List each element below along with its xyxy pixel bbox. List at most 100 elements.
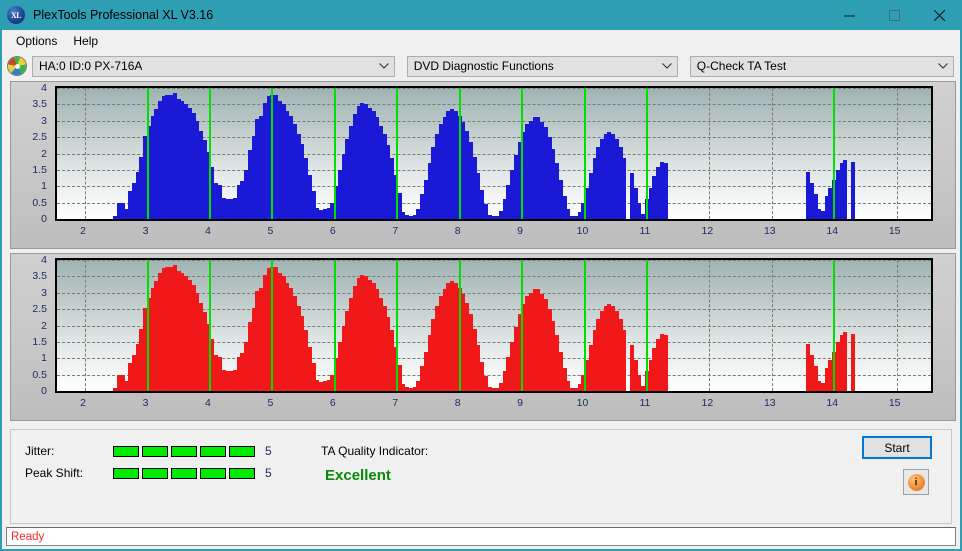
marker-line	[584, 260, 586, 391]
x-tick-label: 7	[392, 225, 398, 237]
marker-line	[271, 88, 273, 219]
peak-shift-chart-x-axis: 23456789101112131415	[55, 395, 933, 417]
status-bar-text: Ready	[11, 531, 44, 543]
marker-line	[147, 88, 149, 219]
chart-bar	[843, 160, 847, 219]
jitter-chart-panel: 00.511.522.533.54 23456789101112131415	[10, 81, 956, 249]
chart-bar	[664, 335, 668, 391]
peak-shift-metric-row: Peak Shift: 5	[25, 466, 272, 480]
marker-line	[646, 88, 648, 219]
function-select[interactable]: DVD Diagnostic Functions	[407, 56, 678, 77]
window-title: PlexTools Professional XL V3.16	[33, 8, 213, 22]
x-tick-label: 12	[702, 225, 714, 237]
results-panel: Jitter: 5 Peak Shift: 5 TA Quality Indic…	[10, 429, 952, 524]
marker-line	[646, 260, 648, 391]
y-tick-label: 2.5	[32, 131, 47, 143]
gauge-cell	[142, 446, 168, 457]
y-tick-label: 2.5	[32, 303, 47, 315]
function-select-value: DVD Diagnostic Functions	[414, 59, 554, 73]
peak-shift-chart-y-axis: 00.511.522.533.54	[11, 258, 51, 393]
marker-line	[459, 260, 461, 391]
marker-line	[396, 260, 398, 391]
peak-shift-gauge	[113, 468, 255, 479]
gauge-cell	[200, 446, 226, 457]
menu-bar: Options Help	[0, 30, 962, 51]
y-tick-label: 4	[41, 254, 47, 266]
test-select[interactable]: Q-Check TA Test	[690, 56, 954, 77]
selector-toolbar: HA:0 ID:0 PX-716A DVD Diagnostic Functio…	[2, 51, 960, 81]
window-controls	[827, 0, 962, 30]
peak-shift-value: 5	[265, 466, 272, 480]
jitter-chart-bars	[57, 88, 931, 219]
gauge-cell	[113, 446, 139, 457]
x-tick-label: 13	[764, 225, 776, 237]
ta-quality-label: TA Quality Indicator:	[321, 444, 428, 458]
x-tick-label: 15	[889, 225, 901, 237]
gauge-cell	[229, 468, 255, 479]
jitter-chart-plot	[55, 86, 933, 221]
chart-bar	[622, 330, 626, 391]
y-tick-label: 0.5	[32, 369, 47, 381]
drive-select-value: HA:0 ID:0 PX-716A	[39, 59, 142, 73]
y-tick-label: 3	[41, 287, 47, 299]
ta-quality-block: TA Quality Indicator: Excellent	[321, 444, 428, 484]
marker-line	[334, 260, 336, 391]
y-tick-label: 1	[41, 352, 47, 364]
info-icon: i	[908, 474, 925, 491]
x-tick-label: 2	[80, 397, 86, 409]
y-tick-label: 4	[41, 82, 47, 94]
y-tick-label: 2	[41, 148, 47, 160]
peak-shift-label: Peak Shift:	[25, 466, 99, 480]
y-tick-label: 3	[41, 115, 47, 127]
maximize-icon[interactable]	[872, 0, 917, 30]
close-icon[interactable]	[917, 0, 962, 30]
minimize-icon[interactable]	[827, 0, 872, 30]
peak-shift-chart-plot	[55, 258, 933, 393]
menu-item-options[interactable]: Options	[8, 32, 65, 50]
status-bar: Ready	[6, 527, 956, 546]
x-tick-label: 13	[764, 397, 776, 409]
peak-shift-chart-panel: 00.511.522.533.54 23456789101112131415	[10, 253, 956, 421]
x-tick-label: 14	[826, 397, 838, 409]
x-tick-label: 15	[889, 397, 901, 409]
charts-container: 00.511.522.533.54 23456789101112131415 0…	[2, 81, 960, 425]
marker-line	[833, 260, 835, 391]
ta-quality-value: Excellent	[325, 467, 428, 484]
marker-line	[334, 88, 336, 219]
x-tick-label: 10	[577, 397, 589, 409]
x-tick-label: 4	[205, 397, 211, 409]
drive-select[interactable]: HA:0 ID:0 PX-716A	[32, 56, 395, 77]
info-button[interactable]: i	[903, 469, 929, 495]
chart-bar	[843, 332, 847, 391]
marker-line	[521, 88, 523, 219]
marker-line	[147, 260, 149, 391]
jitter-metric-row: Jitter: 5	[25, 444, 272, 458]
jitter-chart-y-axis: 00.511.522.533.54	[11, 86, 51, 221]
gauge-cell	[171, 468, 197, 479]
chart-bar	[664, 163, 668, 219]
y-tick-label: 1.5	[32, 336, 47, 348]
x-tick-label: 5	[267, 397, 273, 409]
x-tick-label: 2	[80, 225, 86, 237]
jitter-label: Jitter:	[25, 444, 99, 458]
marker-line	[209, 260, 211, 391]
y-tick-label: 1	[41, 180, 47, 192]
chevron-down-icon	[378, 60, 390, 72]
x-tick-label: 12	[702, 397, 714, 409]
x-tick-label: 6	[330, 225, 336, 237]
gauge-cell	[171, 446, 197, 457]
chevron-down-icon	[937, 60, 949, 72]
jitter-value: 5	[265, 444, 272, 458]
y-tick-label: 2	[41, 320, 47, 332]
title-bar: XL PlexTools Professional XL V3.16	[0, 0, 962, 30]
y-tick-label: 0.5	[32, 197, 47, 209]
marker-line	[209, 88, 211, 219]
y-tick-label: 0	[41, 213, 47, 225]
marker-line	[271, 260, 273, 391]
test-select-value: Q-Check TA Test	[697, 59, 786, 73]
x-tick-label: 9	[517, 397, 523, 409]
start-button[interactable]: Start	[862, 436, 932, 459]
marker-line	[584, 88, 586, 219]
menu-item-help[interactable]: Help	[65, 32, 106, 50]
x-tick-label: 3	[143, 225, 149, 237]
